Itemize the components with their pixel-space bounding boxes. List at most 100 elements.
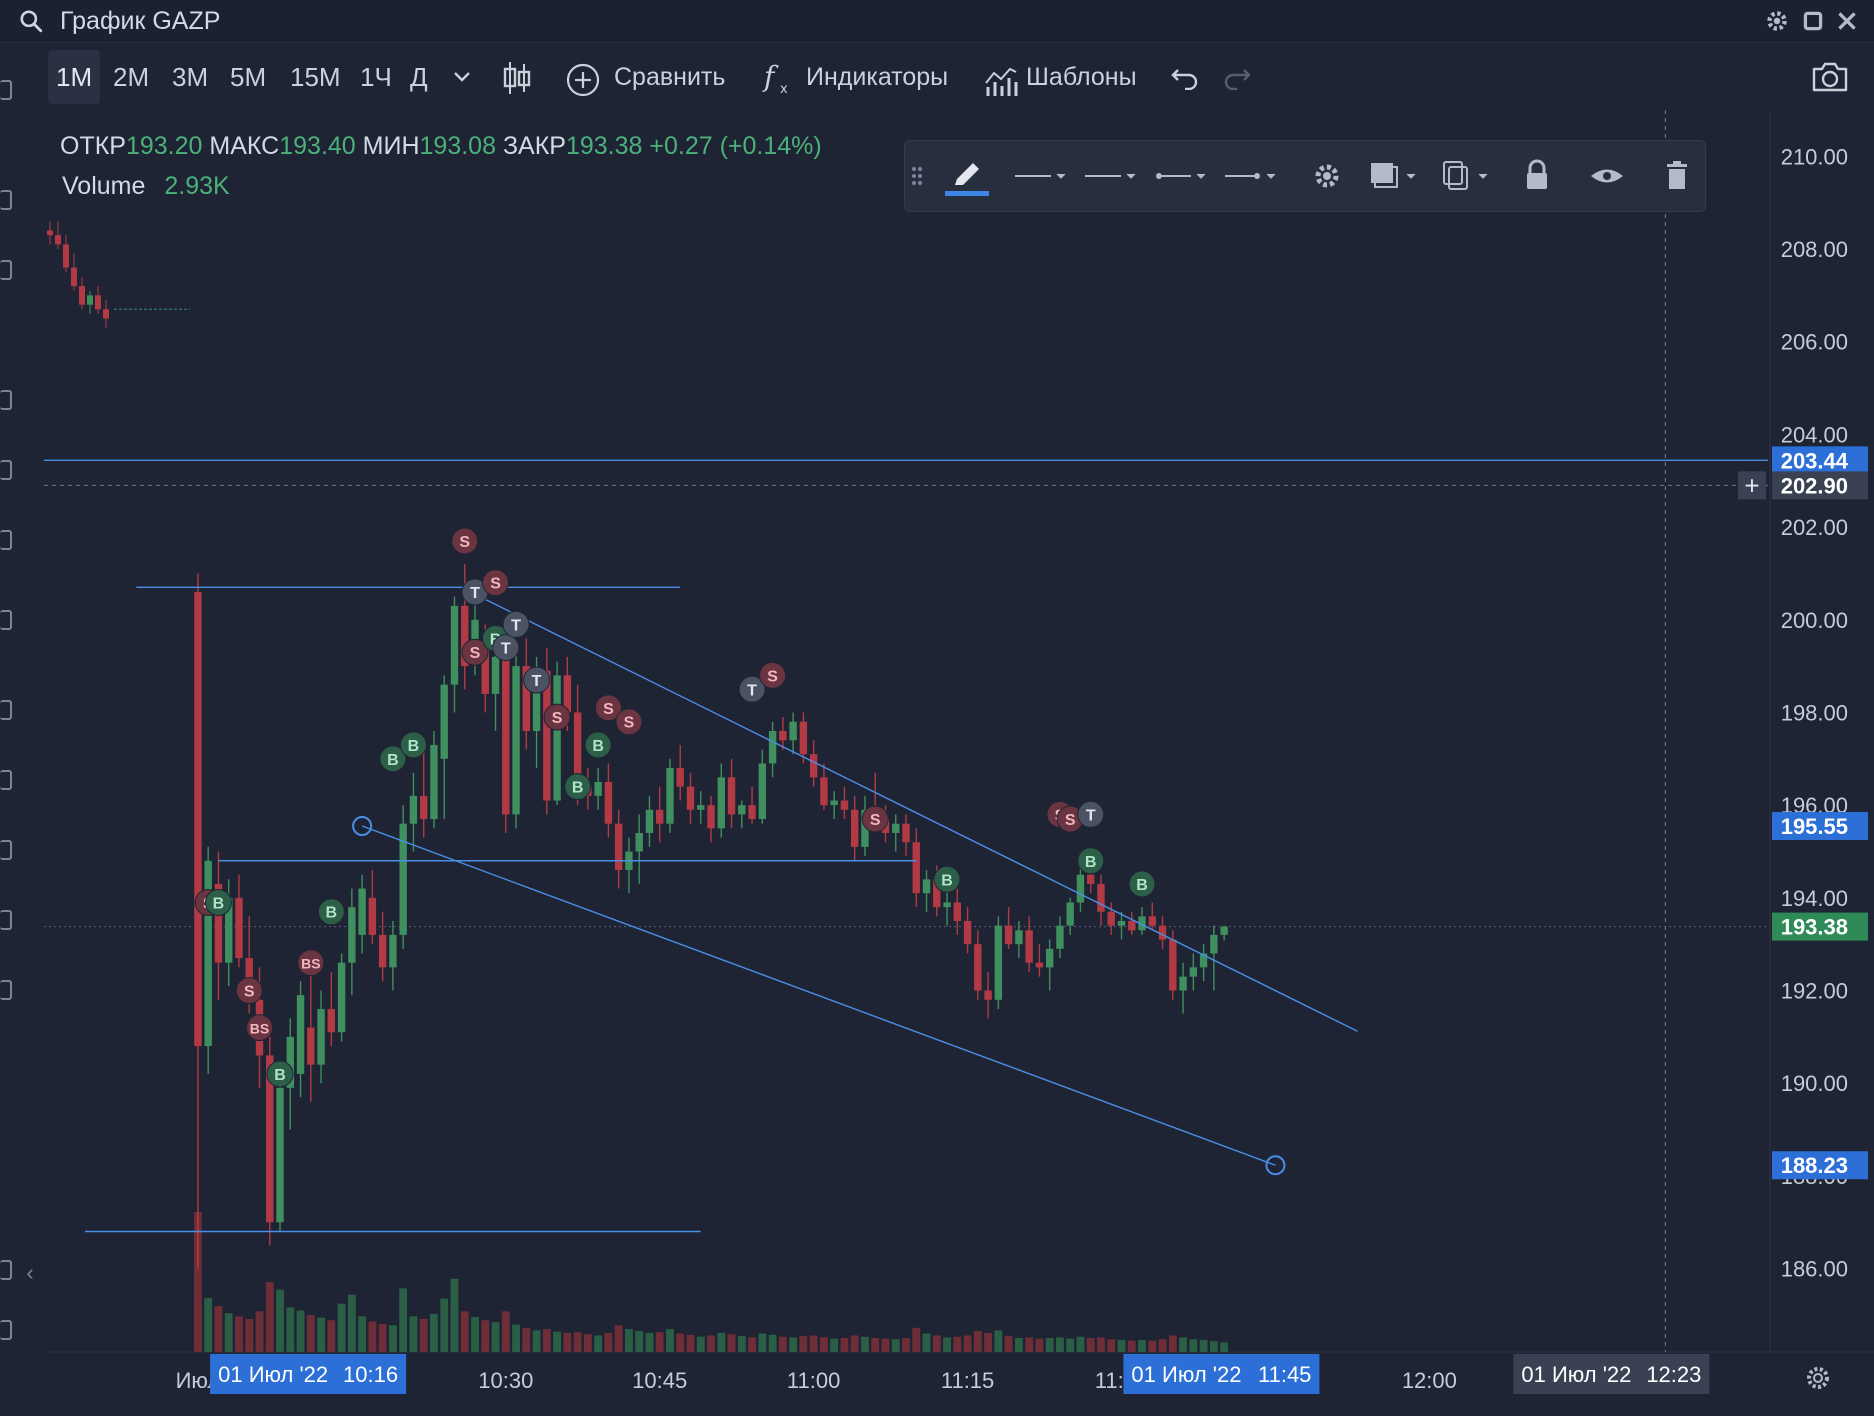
candle: [1107, 911, 1115, 926]
volume-bar: [563, 1332, 572, 1352]
line-start-icon[interactable]: [1153, 155, 1209, 197]
candle: [1004, 925, 1013, 945]
trade-marker-label: S: [767, 668, 778, 685]
candle: [553, 675, 561, 801]
candle: [707, 805, 715, 829]
candle: [768, 731, 777, 764]
y-tick-label: 200.00: [1781, 608, 1848, 633]
volume-bar: [625, 1329, 633, 1352]
volume-bar: [932, 1335, 941, 1352]
candle: [389, 934, 397, 968]
trade-marker: B: [204, 888, 232, 916]
volume-bar: [460, 1311, 469, 1352]
eye-icon[interactable]: [1585, 155, 1629, 197]
trade-marker-label: S: [490, 576, 501, 593]
trade-marker-label: BS: [301, 956, 320, 972]
candle: [235, 897, 243, 959]
trade-marker-label: T: [532, 673, 542, 690]
line-width-icon[interactable]: [1083, 155, 1139, 197]
candle: [974, 944, 982, 991]
low-label: МИН: [362, 132, 420, 160]
volume-bar: [799, 1336, 808, 1352]
time-label-date: 01 Июл '22: [218, 1362, 328, 1387]
volume-bar: [1209, 1341, 1218, 1352]
volume-bar: [943, 1337, 951, 1352]
volume-bar: [522, 1327, 531, 1352]
volume-bar: [583, 1334, 592, 1352]
volume-bar: [1035, 1338, 1044, 1352]
candle: [317, 1009, 325, 1065]
candle: [799, 721, 808, 755]
line-end-icon[interactable]: [1223, 155, 1279, 197]
volume-bar: [296, 1310, 305, 1352]
candle: [440, 684, 448, 759]
trade-marker-label: S: [870, 812, 881, 829]
trade-marker-label: B: [572, 780, 584, 797]
bring-to-front-icon[interactable]: [1367, 155, 1423, 197]
volume-bar: [235, 1316, 243, 1352]
trade-marker-label: S: [1065, 812, 1076, 829]
candle: [327, 1009, 336, 1033]
price-label: 195.55: [1781, 814, 1848, 839]
volume-bar: [676, 1333, 685, 1352]
trash-icon[interactable]: [1655, 155, 1699, 197]
trade-marker-label: B: [408, 738, 420, 755]
line-color-icon[interactable]: [1013, 155, 1069, 197]
ohlc-legend: ОТКР193.20 МАКС193.40 МИН193.08 ЗАКР193.…: [60, 132, 822, 161]
time-label-date: 01 Июл '22: [1131, 1362, 1241, 1387]
volume-bar: [707, 1335, 715, 1352]
trade-marker: T: [492, 634, 520, 662]
trade-marker-label: B: [387, 752, 399, 769]
volume-bar: [286, 1307, 295, 1352]
trade-marker: T: [502, 610, 530, 638]
trade-marker: BS: [297, 949, 325, 977]
candle: [1097, 883, 1105, 912]
close-value: 193.38: [565, 132, 643, 160]
candle: [1045, 948, 1054, 968]
trade-marker: S: [451, 527, 479, 555]
volume-bar: [245, 1318, 254, 1352]
trade-marker: B: [317, 898, 345, 926]
x-tick-label: 12:00: [1402, 1368, 1457, 1393]
volume-bar: [1189, 1339, 1198, 1352]
volume-bar: [881, 1338, 890, 1352]
lock-icon[interactable]: [1515, 155, 1559, 197]
volume-bar: [399, 1288, 408, 1352]
volume-bar: [553, 1331, 561, 1352]
trade-marker-label: T: [511, 617, 521, 634]
candle: [1056, 925, 1064, 949]
volume-bar: [358, 1316, 367, 1352]
volume-bar: [953, 1336, 962, 1352]
volume-bar: [984, 1332, 992, 1352]
candle: [1025, 930, 1033, 963]
volume-bar: [635, 1331, 644, 1352]
y-tick-label: 208.00: [1781, 237, 1848, 262]
candle: [1076, 874, 1085, 903]
price-chart[interactable]: 186.00188.00190.00192.00194.00196.00198.…: [0, 0, 1874, 1416]
volume-bar: [389, 1325, 397, 1352]
y-tick-label: 190.00: [1781, 1071, 1848, 1096]
volume-bar: [768, 1334, 777, 1352]
candle: [296, 995, 305, 1074]
candle: [419, 795, 428, 820]
trade-marker: B: [1128, 870, 1156, 898]
volume-bar: [1097, 1337, 1105, 1352]
trade-marker: S: [861, 805, 889, 833]
time-label-date: 01 Июл '22: [1521, 1362, 1631, 1387]
drag-handle-icon[interactable]: [909, 155, 925, 197]
candle: [717, 777, 725, 829]
candle: [1087, 874, 1095, 884]
volume-bar: [347, 1294, 356, 1352]
candle: [676, 768, 684, 787]
candle: [1169, 939, 1177, 991]
candle: [491, 656, 500, 694]
trade-marker-label: B: [213, 895, 225, 912]
y-tick-label: 206.00: [1781, 330, 1848, 355]
volume-bar: [306, 1315, 315, 1352]
pencil-icon[interactable]: [945, 155, 989, 197]
clone-icon[interactable]: [1439, 155, 1495, 197]
settings-gear-icon[interactable]: [1305, 155, 1349, 197]
volume-bar: [850, 1335, 859, 1352]
trade-marker: S: [543, 703, 571, 731]
candle: [912, 842, 920, 894]
